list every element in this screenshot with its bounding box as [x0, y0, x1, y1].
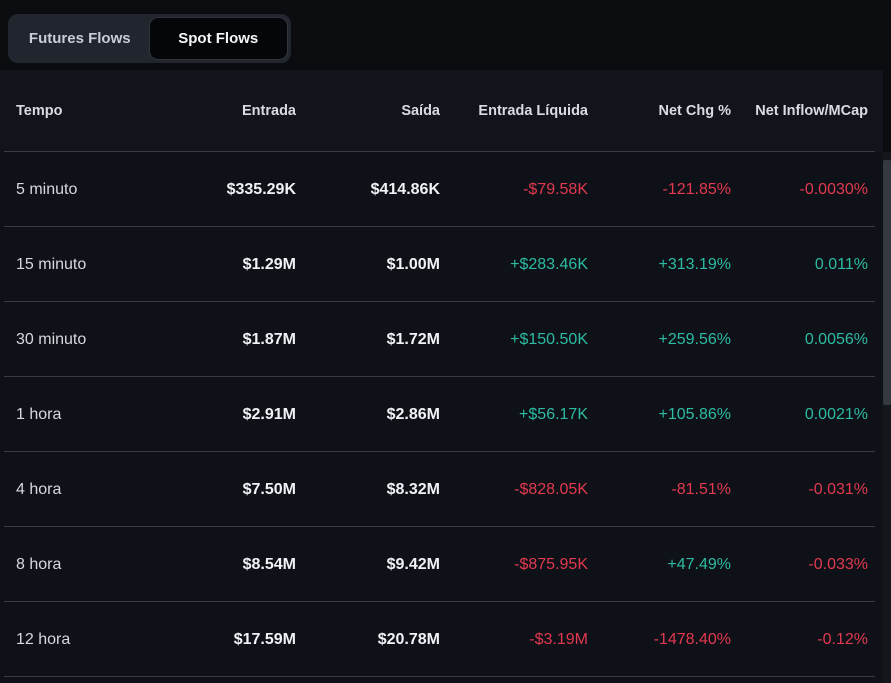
column-header-net-inflow-mcap[interactable]: Net Inflow/MCap	[731, 103, 868, 119]
cell-tempo: 15 minuto	[16, 256, 156, 274]
cell-entrada-liquida: -$79.58K	[440, 181, 588, 199]
cell-net-chg: +313.19%	[588, 256, 731, 274]
cell-net-chg: -1478.40%	[588, 631, 731, 649]
cell-entrada: $17.59M	[156, 631, 296, 649]
cell-tempo: 1 hora	[16, 406, 156, 424]
cell-entrada: $335.29K	[156, 181, 296, 199]
column-header-saida[interactable]: Saída	[296, 103, 440, 119]
table-row-4-hora: 4 hora $7.50M $8.32M -$828.05K -81.51% -…	[0, 452, 883, 527]
spot-flows-table: Tempo Entrada Saída Entrada Líquida Net …	[0, 70, 883, 683]
tab-spot-flows[interactable]: Spot Flows	[149, 17, 289, 60]
flows-tabbar: Futures Flows Spot Flows	[8, 14, 291, 63]
cell-net-inflow-mcap: -0.0030%	[731, 181, 868, 199]
cell-tempo: 4 hora	[16, 481, 156, 499]
tab-futures-flows[interactable]: Futures Flows	[11, 17, 149, 60]
column-header-net-chg[interactable]: Net Chg %	[588, 103, 731, 119]
cell-tempo: 30 minuto	[16, 331, 156, 349]
cell-entrada: $8.54M	[156, 556, 296, 574]
column-header-tempo[interactable]: Tempo	[16, 103, 156, 119]
cell-entrada-liquida: +$150.50K	[440, 331, 588, 349]
cell-net-inflow-mcap: -0.033%	[731, 556, 868, 574]
cell-net-chg: +47.49%	[588, 556, 731, 574]
table-row-1-hora: 1 hora $2.91M $2.86M +$56.17K +105.86% 0…	[0, 377, 883, 452]
cell-saida: $9.42M	[296, 556, 440, 574]
cell-net-chg: -121.85%	[588, 181, 731, 199]
cell-entrada: $1.87M	[156, 331, 296, 349]
cell-entrada-liquida: -$828.05K	[440, 481, 588, 499]
cell-saida: $8.32M	[296, 481, 440, 499]
scrollbar	[883, 70, 891, 683]
cell-net-chg: +105.86%	[588, 406, 731, 424]
cell-net-inflow-mcap: 0.0056%	[731, 331, 868, 349]
cell-entrada-liquida: -$875.95K	[440, 556, 588, 574]
cell-net-chg: -81.51%	[588, 481, 731, 499]
table-row-5-minuto: 5 minuto $335.29K $414.86K -$79.58K -121…	[0, 152, 883, 227]
cell-tempo: 5 minuto	[16, 181, 156, 199]
cell-entrada-liquida: +$56.17K	[440, 406, 588, 424]
cell-saida: $20.78M	[296, 631, 440, 649]
cell-entrada: $2.91M	[156, 406, 296, 424]
cell-entrada-liquida: -$3.19M	[440, 631, 588, 649]
scrollbar-thumb[interactable]	[883, 160, 891, 405]
cell-entrada-liquida: +$283.46K	[440, 256, 588, 274]
column-header-entrada[interactable]: Entrada	[156, 103, 296, 119]
cell-net-inflow-mcap: 0.0021%	[731, 406, 868, 424]
cell-net-chg: +259.56%	[588, 331, 731, 349]
table-header-row: Tempo Entrada Saída Entrada Líquida Net …	[0, 70, 883, 152]
table-row-12-hora: 12 hora $17.59M $20.78M -$3.19M -1478.40…	[0, 602, 883, 677]
cell-entrada: $7.50M	[156, 481, 296, 499]
cell-net-inflow-mcap: 0.011%	[731, 256, 868, 274]
cell-entrada: $1.29M	[156, 256, 296, 274]
cell-net-inflow-mcap: -0.12%	[731, 631, 868, 649]
cell-net-inflow-mcap: -0.031%	[731, 481, 868, 499]
cell-saida: $414.86K	[296, 181, 440, 199]
cell-saida: $2.86M	[296, 406, 440, 424]
table-row-30-minuto: 30 minuto $1.87M $1.72M +$150.50K +259.5…	[0, 302, 883, 377]
cell-tempo: 8 hora	[16, 556, 156, 574]
table-row-8-hora: 8 hora $8.54M $9.42M -$875.95K +47.49% -…	[0, 527, 883, 602]
cell-saida: $1.72M	[296, 331, 440, 349]
table-row-15-minuto: 15 minuto $1.29M $1.00M +$283.46K +313.1…	[0, 227, 883, 302]
cell-tempo: 12 hora	[16, 631, 156, 649]
column-header-entrada-liquida[interactable]: Entrada Líquida	[440, 103, 588, 119]
cell-saida: $1.00M	[296, 256, 440, 274]
